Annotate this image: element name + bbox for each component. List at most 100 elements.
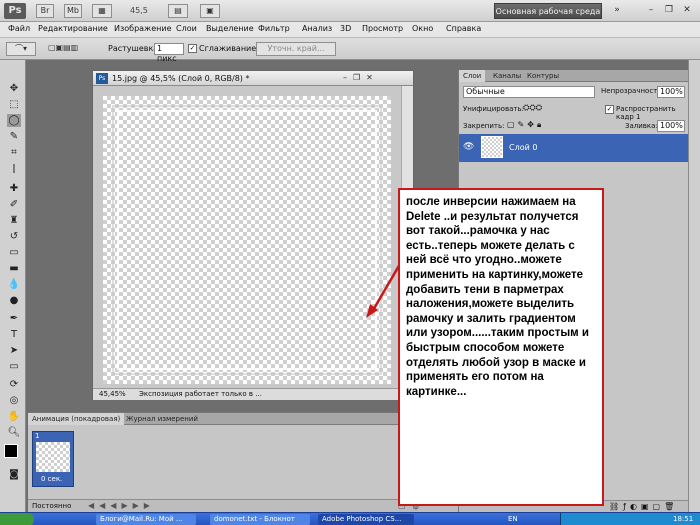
tab-animation[interactable]: Анимация (покадровая) [28,413,125,425]
collapsed-panels-strip[interactable] [688,60,700,512]
loop-select[interactable]: Постоянно [32,502,71,510]
menu-layers[interactable]: Слои [176,24,197,33]
view-extras-icon[interactable]: ▦ [92,4,112,18]
blur-tool-icon[interactable]: 💧 [7,278,21,291]
healing-tool-icon[interactable]: ✚ [7,182,21,195]
language-indicator[interactable]: EN [508,515,518,523]
app-bar: Ps Br Mb ▦ 45,5 ▤ ▣ Основная рабочая сре… [0,0,700,22]
menu-image[interactable]: Изображение [114,24,172,33]
refine-edge-button[interactable]: Уточн. край... [256,42,336,56]
history-brush-tool-icon[interactable]: ↺ [7,230,21,243]
zoom-tool-icon[interactable]: 🔍︎ [7,426,21,439]
foreground-color-swatch[interactable] [4,444,18,458]
arrange-documents-icon[interactable]: ▤ [168,4,188,18]
menu-3d[interactable]: 3D [340,24,351,33]
quick-select-tool-icon[interactable]: ✎ [7,130,21,143]
propagate-checkbox[interactable]: ✓ [605,105,614,114]
canvas-area[interactable] [93,86,401,388]
document-statusbar: 45,45% Экспозиция работает только в ... [93,388,413,400]
layer-name[interactable]: Слой 0 [509,143,537,152]
clock[interactable]: 18:51 [673,515,693,523]
menu-window[interactable]: Окно [412,24,433,33]
eyedropper-tool-icon[interactable]: ǀ [7,162,21,175]
panel-arrows-icon[interactable]: » [610,4,624,17]
lasso-preset-icon[interactable]: ⌒▾ [6,42,36,56]
menu-filter[interactable]: Фильтр [258,24,290,33]
document-zoom[interactable]: 45,45% [99,390,126,398]
menu-view[interactable]: Просмотр [362,24,403,33]
menu-select[interactable]: Выделение [206,24,254,33]
brush-tool-icon[interactable]: ✐ [7,198,21,211]
close-button[interactable]: ✕ [680,4,694,17]
system-tray: 18:51 [560,513,700,525]
fill-input[interactable]: 100% [657,120,685,132]
shape-tool-icon[interactable]: ▭ [7,360,21,373]
opacity-label: Непрозрачность: [601,87,664,95]
lasso-tool-icon[interactable]: ◯ [7,114,21,127]
layer-thumbnail [481,136,503,158]
document-status-text: Экспозиция работает только в ... [139,390,262,398]
fill-label: Заливка: [625,122,658,130]
eraser-tool-icon[interactable]: ▭ [7,246,21,259]
tab-paths[interactable]: Контуры [523,70,563,82]
gradient-tool-icon[interactable]: ▬ [7,262,21,275]
blend-mode-select[interactable]: Обычные [463,86,595,98]
tab-channels[interactable]: Каналы [489,70,525,82]
animation-panel: Анимация (покадровая) Журнал измерений 1… [28,412,458,513]
image-canvas[interactable] [103,96,391,384]
type-tool-icon[interactable]: T [7,328,21,341]
options-bar: ⌒▾ ▢▣▤▥ Растушевка: 1 пикс ✓ Сглаживание… [0,38,700,63]
selection-mode-icons[interactable]: ▢▣▤▥ [48,43,102,55]
minimize-button[interactable]: – [644,4,658,17]
annotation-arrow [366,263,402,318]
pen-tool-icon[interactable]: ✒ [7,312,21,325]
feather-input[interactable]: 1 пикс [154,43,184,63]
layer-row[interactable]: 👁︎ Слой 0 [459,134,689,162]
toolbox: ✥ ⬚ ◯ ✎ ⌗ ǀ ✚ ✐ ♜ ↺ ▭ ▬ 💧 ● ✒ T ➤ ▭ ⟳ ◎ … [0,60,26,512]
start-button[interactable] [0,513,34,525]
workspace-button[interactable]: Основная рабочая среда [494,3,602,19]
tab-measurement-log[interactable]: Журнал измерений [122,413,202,425]
document-titlebar[interactable]: Ps 15.jpg @ 45,5% (Слой 0, RGB/8) * –❐✕ [93,71,413,86]
antialias-label: Сглаживание [199,44,257,53]
eye-icon[interactable]: 👁︎ [463,142,474,152]
document-title: 15.jpg @ 45,5% (Слой 0, RGB/8) * [112,74,250,83]
frame-number: 1 [35,432,40,440]
menu-edit[interactable]: Редактирование [38,24,108,33]
move-tool-icon[interactable]: ✥ [7,82,21,95]
unify-icons[interactable]: ⛭⛭⛭ [523,103,542,113]
frame-delay[interactable]: 0 сек. [41,475,62,483]
hand-tool-icon[interactable]: ✋ [7,410,21,423]
stamp-tool-icon[interactable]: ♜ [7,214,21,227]
zoom-level[interactable]: 45,5 [130,6,148,15]
menu-bar: Файл Редактирование Изображение Слои Выд… [0,22,700,38]
path-select-tool-icon[interactable]: ➤ [7,344,21,357]
document-window-controls[interactable]: –❐✕ [343,73,411,84]
taskbar-item-photoshop[interactable]: Adobe Photoshop CS... [318,514,414,525]
crop-tool-icon[interactable]: ⌗ [7,146,21,159]
tab-layers[interactable]: Слои [459,70,486,82]
document-ps-icon: Ps [96,73,108,84]
animation-frame[interactable]: 1 0 сек. [32,431,74,487]
restore-button[interactable]: ❐ [662,4,676,17]
taskbar-item-notepad[interactable]: domonet.txt - Блокнот [210,514,310,525]
antialias-checkbox[interactable]: ✓ [188,44,197,53]
3d-orbit-tool-icon[interactable]: ◎ [7,394,21,407]
taskbar-item-browser[interactable]: Блоги@Mail.Ru: Мой ... [96,514,196,525]
menu-help[interactable]: Справка [446,24,481,33]
lock-icons[interactable]: ▢✎✥🔒︎ [507,120,544,130]
screen-mode-icon[interactable]: ▣ [200,4,220,18]
3d-rotate-tool-icon[interactable]: ⟳ [7,378,21,391]
menu-analysis[interactable]: Анализ [302,24,332,33]
mini-bridge-button[interactable]: Mb [64,4,82,18]
menu-file[interactable]: Файл [8,24,30,33]
playback-icons[interactable]: ◀◀◀▶▶▶ [88,501,155,510]
quick-mask-icon[interactable]: ◙ [7,468,21,481]
opacity-input[interactable]: 100% [657,86,685,98]
bridge-button[interactable]: Br [36,4,54,18]
panel-bottom-icons[interactable]: ⛓ƒ◐▣▢🗑︎ [609,502,678,511]
photoshop-logo: Ps [4,3,26,19]
animation-controls: Постоянно ◀◀◀▶▶▶ ▢🗑︎ [28,499,458,513]
dodge-tool-icon[interactable]: ● [7,294,21,307]
marquee-tool-icon[interactable]: ⬚ [7,98,21,111]
